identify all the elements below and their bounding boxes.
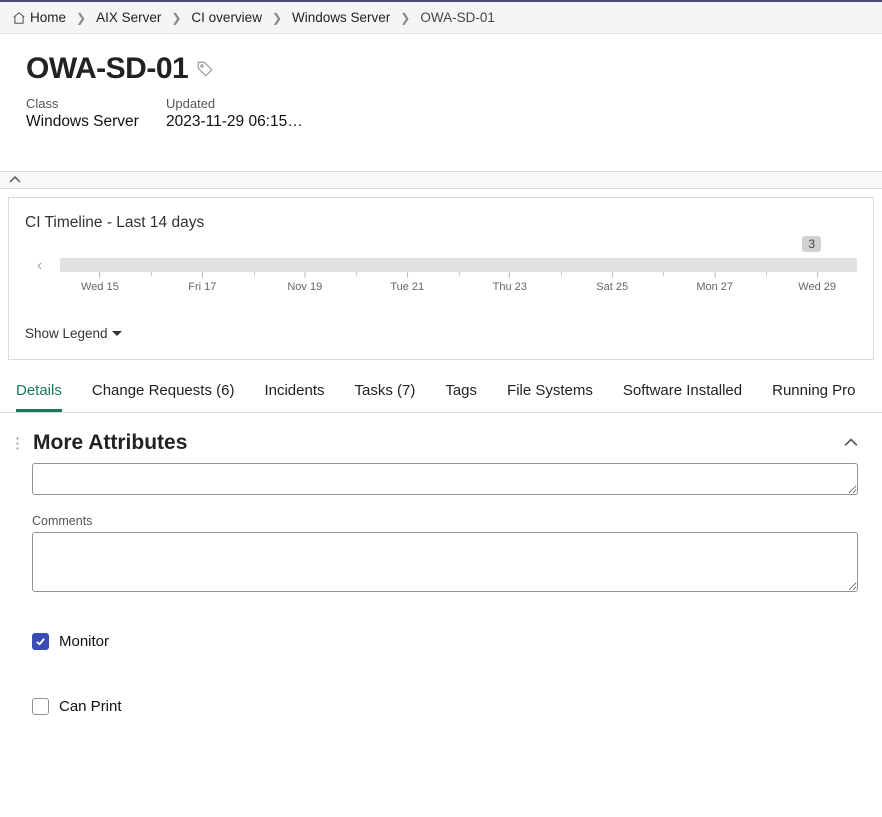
timeline-tick: Fri 17 <box>188 272 216 293</box>
section-title-more-attributes: More Attributes <box>33 431 834 455</box>
monitor-label: Monitor <box>59 633 109 650</box>
comments-textarea[interactable] <box>32 532 858 592</box>
details-section: ⋮ More Attributes Comments Monitor Can P… <box>0 413 882 755</box>
chevron-right-icon: ❯ <box>70 11 92 25</box>
chevron-up-icon[interactable] <box>844 438 858 448</box>
breadcrumb-home[interactable]: Home <box>30 10 66 25</box>
timeline-track[interactable] <box>60 258 857 272</box>
timeline-tick: Wed 15 <box>81 272 119 293</box>
timeline-tick: Tue 21 <box>390 272 424 293</box>
tab-bar: Details Change Requests (6) Incidents Ta… <box>0 370 882 413</box>
updated-value: 2023-11-29 06:15… <box>166 113 303 131</box>
timeline-tick: Thu 23 <box>493 272 527 293</box>
class-value: Windows Server <box>26 113 146 131</box>
tab-file-systems[interactable]: File Systems <box>507 370 593 412</box>
page-header: OWA-SD-01 Class Windows Server Updated 2… <box>0 34 882 141</box>
attribute-textarea-1[interactable] <box>32 463 858 495</box>
page-title: OWA-SD-01 <box>26 52 188 86</box>
monitor-checkbox[interactable] <box>32 633 49 650</box>
chevron-right-icon: ❯ <box>266 11 288 25</box>
timeline-tick: Nov 19 <box>287 272 322 293</box>
collapse-bar <box>0 171 882 189</box>
tab-tags[interactable]: Tags <box>445 370 477 412</box>
chevron-right-icon: ❯ <box>394 11 416 25</box>
tab-change-requests[interactable]: Change Requests (6) <box>92 370 235 412</box>
breadcrumb-item-windows[interactable]: Windows Server <box>292 10 390 25</box>
collapse-toggle[interactable] <box>6 173 24 187</box>
timeline-tick: Sat 25 <box>596 272 628 293</box>
tab-software-installed[interactable]: Software Installed <box>623 370 742 412</box>
can-print-label: Can Print <box>59 698 122 715</box>
tab-tasks[interactable]: Tasks (7) <box>355 370 416 412</box>
tab-details[interactable]: Details <box>16 370 62 412</box>
breadcrumb-item-overview[interactable]: CI overview <box>191 10 262 25</box>
home-icon <box>12 11 26 25</box>
breadcrumb-current: OWA-SD-01 <box>420 10 495 25</box>
timeline-event-badge[interactable]: 3 <box>802 236 821 252</box>
updated-label: Updated <box>166 96 303 111</box>
tab-incidents[interactable]: Incidents <box>264 370 324 412</box>
ci-timeline-panel: CI Timeline - Last 14 days ‹ 3 Wed 15 Fri… <box>8 197 874 360</box>
tag-icon[interactable] <box>196 60 214 78</box>
breadcrumb-item-aix[interactable]: AIX Server <box>96 10 161 25</box>
chevron-right-icon: ❯ <box>165 11 187 25</box>
timeline-tick: Wed 29 <box>798 272 836 293</box>
drag-handle-icon[interactable]: ⋮ <box>10 434 23 452</box>
breadcrumb: Home ❯ AIX Server ❯ CI overview ❯ Window… <box>0 2 882 34</box>
timeline-axis: Wed 15 Fri 17 Nov 19 Tue 21 Thu 23 Sat 25 Mon … <box>60 272 857 302</box>
timeline-title: CI Timeline - Last 14 days <box>25 214 857 232</box>
show-legend-label: Show Legend <box>25 326 108 341</box>
timeline-tick: Mon 27 <box>696 272 733 293</box>
timeline-scroll-left[interactable]: ‹ <box>37 257 42 275</box>
comments-label: Comments <box>32 514 858 528</box>
can-print-checkbox[interactable] <box>32 698 49 715</box>
tab-running-processes[interactable]: Running Pro <box>772 370 855 412</box>
show-legend-toggle[interactable]: Show Legend <box>25 326 122 341</box>
class-label: Class <box>26 96 146 111</box>
